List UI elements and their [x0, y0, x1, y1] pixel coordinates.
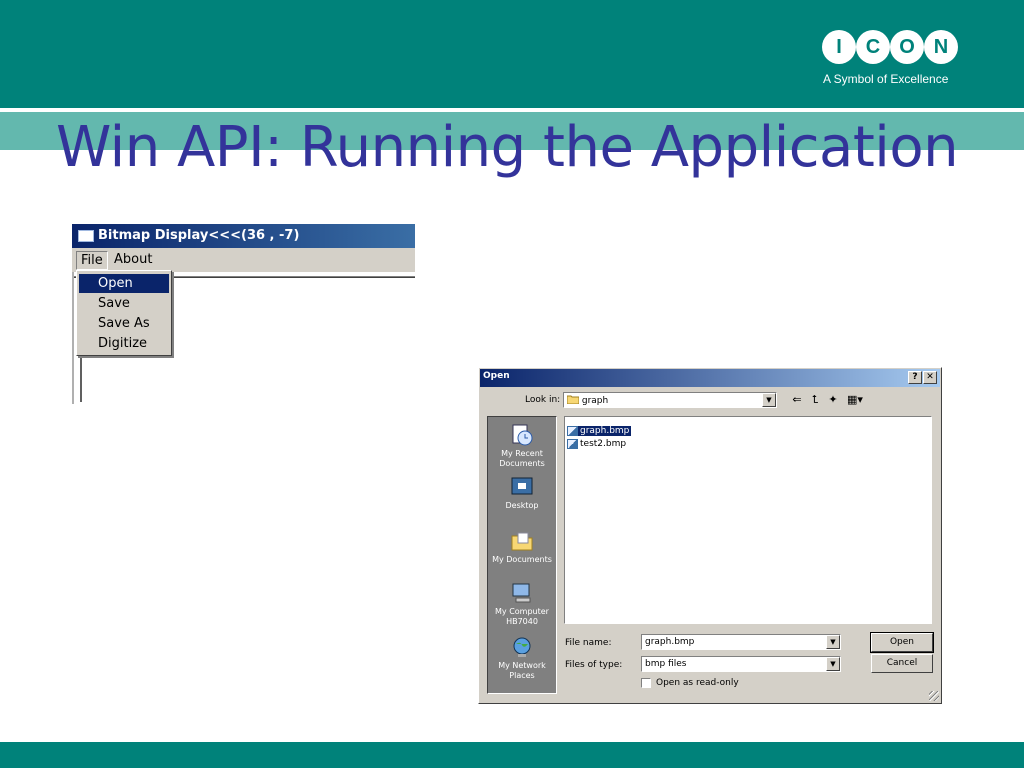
place-label: Desktop [505, 501, 539, 510]
client-area-edge [72, 272, 74, 404]
file-name-value: graph.bmp [645, 637, 695, 647]
menu-item-save[interactable]: Save [79, 294, 169, 313]
dialog-title: Open [483, 371, 510, 381]
chevron-down-icon[interactable]: ▼ [762, 393, 776, 407]
window-titlebar[interactable]: Bitmap Display<<<(36 , -7) [72, 224, 415, 248]
menu-item-digitize[interactable]: Digitize [79, 334, 169, 353]
place-my-documents[interactable]: My Documents [488, 529, 556, 565]
file-list[interactable]: graph.bmp test2.bmp [564, 416, 932, 624]
up-folder-icon[interactable]: ⮤ [807, 393, 823, 407]
menu-item-open[interactable]: Open [79, 274, 169, 293]
place-recent[interactable]: My Recent Documents [488, 423, 556, 469]
file-type-value: bmp files [645, 659, 687, 669]
logo-letter: I [822, 30, 856, 64]
dialog-titlebar[interactable]: Open ? ✕ [480, 369, 940, 387]
recent-documents-icon [512, 424, 533, 446]
places-bar: My Recent Documents Desktop My Documents… [487, 416, 557, 694]
bitmap-display-window: Bitmap Display<<<(36 , -7) File About Op… [72, 224, 415, 404]
chevron-down-icon[interactable]: ▼ [826, 635, 840, 649]
my-documents-icon [511, 532, 533, 551]
file-name-field[interactable]: graph.bmp ▼ [641, 634, 841, 650]
menu-about[interactable]: About [110, 251, 156, 270]
my-computer-icon [512, 583, 531, 603]
folder-icon [566, 395, 580, 405]
file-item[interactable]: graph.bmp [567, 420, 632, 436]
client-area-edge [80, 356, 82, 402]
look-in-label: Look in: [525, 395, 561, 405]
menu-file[interactable]: File [76, 251, 108, 270]
menu-bar: File About [72, 248, 415, 272]
read-only-checkbox[interactable] [641, 678, 651, 688]
logo-letter: O [890, 30, 924, 64]
network-places-icon [513, 637, 531, 657]
file-type-label: Files of type: [565, 660, 623, 670]
icon-logo: I C O N A Symbol of Excellence [822, 30, 962, 90]
view-menu-icon[interactable]: ▦▾ [845, 393, 865, 407]
help-button[interactable]: ? [908, 371, 922, 384]
place-label: My Computer HB7040 [495, 607, 549, 626]
place-network[interactable]: My Network Places [488, 635, 556, 681]
slide-title: Win API: Running the Application [56, 115, 959, 180]
desktop-icon [511, 477, 533, 495]
logo-letter: N [924, 30, 958, 64]
look-in-dropdown[interactable]: graph ▼ [563, 392, 777, 408]
close-button[interactable]: ✕ [923, 371, 937, 384]
window-icon [78, 230, 94, 242]
place-label: My Documents [492, 555, 552, 564]
resize-grip[interactable] [929, 691, 939, 701]
slide: I C O N A Symbol of Excellence Win API: … [0, 0, 1024, 768]
file-item[interactable]: test2.bmp [567, 433, 628, 449]
logo-tagline: A Symbol of Excellence [823, 72, 949, 86]
look-in-value: graph [581, 396, 609, 406]
footer-bar [0, 742, 1024, 768]
logo-letter: C [856, 30, 890, 64]
file-menu-dropdown: Open Save Save As Digitize [76, 270, 172, 356]
menu-item-save-as[interactable]: Save As [79, 314, 169, 333]
file-name-label: File name: [565, 638, 612, 648]
place-my-computer[interactable]: My Computer HB7040 [488, 581, 556, 627]
bitmap-file-icon [567, 438, 578, 449]
back-icon[interactable]: ⇐ [789, 393, 805, 407]
place-label: My Recent Documents [499, 449, 545, 468]
file-type-dropdown[interactable]: bmp files ▼ [641, 656, 841, 672]
window-title: Bitmap Display<<<(36 , -7) [98, 228, 300, 243]
read-only-label: Open as read-only [656, 678, 739, 688]
cancel-button[interactable]: Cancel [871, 654, 933, 673]
place-label: My Network Places [498, 661, 546, 680]
new-folder-icon[interactable]: ✦ [825, 393, 841, 407]
place-desktop[interactable]: Desktop [488, 475, 556, 511]
chevron-down-icon[interactable]: ▼ [826, 657, 840, 671]
open-dialog: Open ? ✕ Look in: graph ▼ ⇐ ⮤ ✦ ▦▾ My Re… [478, 367, 942, 704]
open-button[interactable]: Open [870, 632, 934, 653]
